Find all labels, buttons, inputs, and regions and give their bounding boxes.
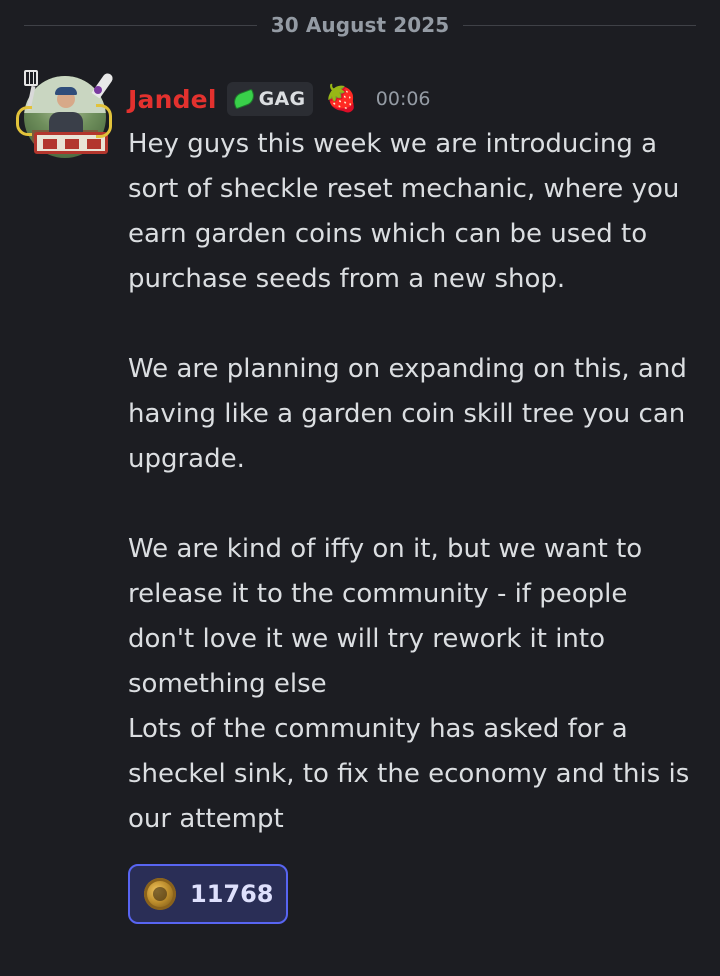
message-paragraph: We are planning on expanding on this, an… — [128, 354, 696, 474]
vine-decoration-right — [96, 104, 112, 138]
leaf-icon — [230, 88, 257, 110]
message-paragraph: We are kind of iffy on it, but we want t… — [128, 534, 651, 699]
divider-line-left — [24, 24, 257, 26]
divider-line-right — [463, 24, 696, 26]
message-body: Hey guys this week we are introducing a … — [128, 122, 698, 842]
vine-decoration-left — [16, 106, 32, 136]
reaction-count: 11768 — [190, 880, 274, 908]
server-tag[interactable]: GAG — [226, 82, 314, 116]
message-paragraph: Lots of the community has asked for a sh… — [128, 714, 698, 834]
date-label: 30 August 2025 — [270, 13, 450, 37]
message-blank-line — [128, 482, 698, 527]
avatar[interactable] — [16, 70, 115, 166]
date-divider: 30 August 2025 — [24, 12, 696, 38]
message-blank-line — [128, 302, 698, 347]
coin-icon — [144, 878, 176, 910]
message-header: Jandel GAG 🍓 00:06 — [128, 80, 698, 118]
author-name[interactable]: Jandel — [128, 85, 217, 114]
message-timestamp[interactable]: 00:06 — [376, 88, 431, 110]
strawberry-icon[interactable]: 🍓 — [325, 86, 357, 112]
message-paragraph: Hey guys this week we are introducing a … — [128, 129, 688, 294]
server-tag-label: GAG — [258, 88, 306, 110]
message: Jandel GAG 🍓 00:06 Hey guys this week we… — [128, 80, 698, 924]
reaction-button[interactable]: 11768 — [128, 864, 288, 924]
